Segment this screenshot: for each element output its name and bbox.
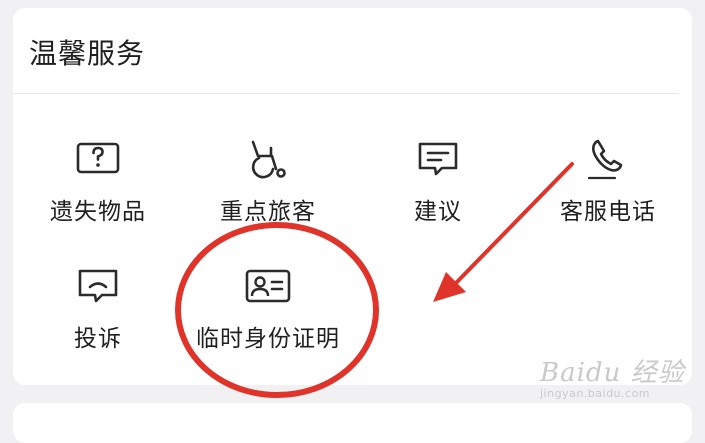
message-icon	[418, 142, 458, 176]
service-temporary-id[interactable]: 临时身份证明	[183, 265, 353, 369]
complaint-message-icon	[78, 269, 118, 303]
section-title: 温馨服务	[29, 37, 146, 70]
service-lost-items[interactable]: 遗失物品	[13, 138, 183, 242]
service-label: 临时身份证明	[196, 326, 340, 352]
wheelchair-icon	[251, 140, 286, 179]
next-card	[13, 403, 692, 443]
warm-service-card: 温馨服务 遗失物品 重点旅客 建议 客服电话 投诉 临时身份证明	[13, 8, 692, 385]
service-suggestion[interactable]: 建议	[353, 138, 523, 242]
question-box-icon	[76, 142, 120, 174]
phone-icon	[587, 139, 623, 180]
service-label: 客服电话	[560, 199, 656, 225]
watermark-url: jingyan.baidu.com	[540, 387, 651, 400]
service-label: 投诉	[74, 326, 122, 352]
service-label: 遗失物品	[50, 199, 146, 225]
id-card-icon	[245, 269, 291, 303]
service-label: 重点旅客	[220, 199, 316, 225]
service-label: 建议	[414, 199, 462, 225]
service-complaint[interactable]: 投诉	[13, 265, 183, 369]
service-priority-passengers[interactable]: 重点旅客	[183, 138, 353, 242]
divider	[13, 93, 679, 94]
service-customer-hotline[interactable]: 客服电话	[523, 138, 693, 242]
